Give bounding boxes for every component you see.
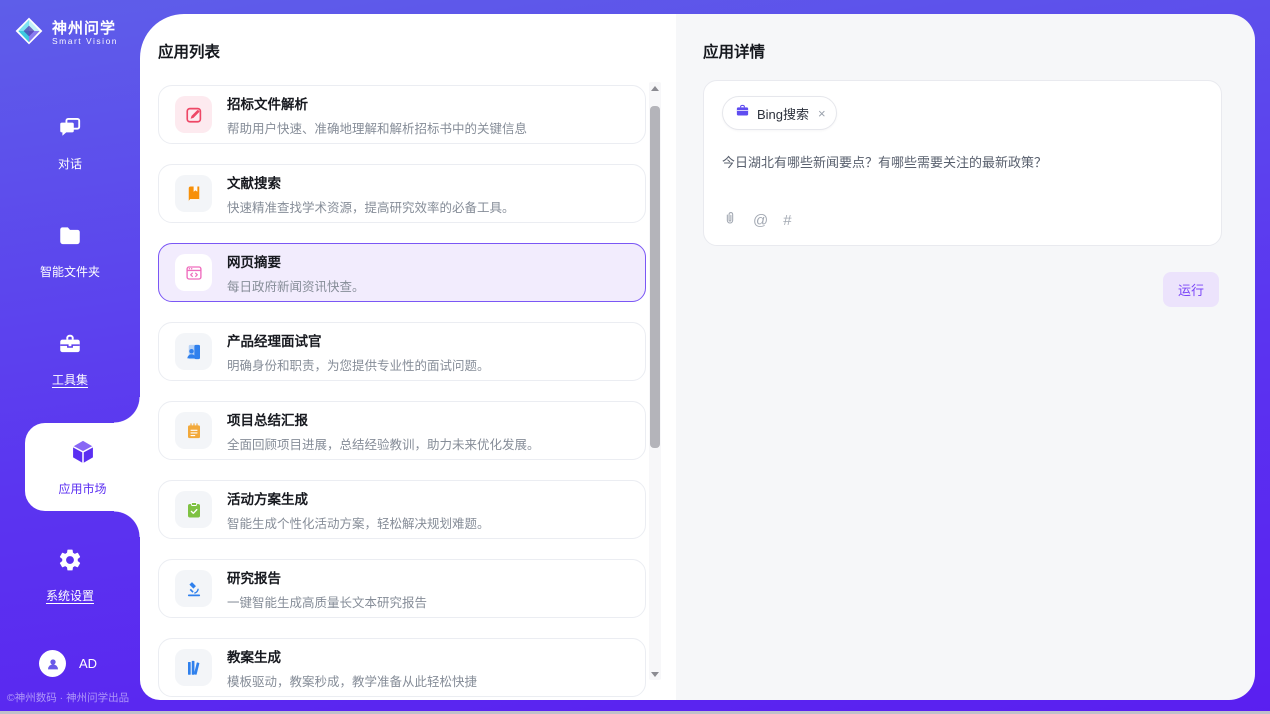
hash-icon[interactable]: #	[783, 212, 791, 229]
folder-icon	[57, 223, 83, 254]
cube-icon	[69, 438, 97, 471]
tool-chip-label: Bing搜索	[757, 104, 809, 123]
sidebar-item-label: 应用市场	[58, 480, 106, 497]
gear-icon	[57, 547, 83, 578]
main-content: 应用列表 招标文件解析 帮助用户快速、准确地理解和解析招标书中的关键信息	[140, 14, 1255, 700]
sidebar-item-label: 系统设置	[46, 587, 94, 604]
notepad-icon	[175, 412, 212, 449]
app-card-title: 招标文件解析	[227, 93, 527, 113]
app-card-research-report[interactable]: 研究报告 一键智能生成高质量长文本研究报告	[158, 559, 646, 618]
prompt-composer[interactable]: Bing搜索 × 今日湖北有哪些新闻要点？有哪些需要关注的最新政策？ @ #	[703, 80, 1222, 246]
brand-name: 神州问学	[52, 21, 118, 37]
app-card-title: 网页摘要	[227, 251, 365, 271]
scroll-down-arrow-icon[interactable]	[649, 668, 661, 680]
book-icon	[175, 175, 212, 212]
toolbox-icon	[57, 331, 83, 362]
app-card-desc: 模板驱动，教案秒成，教学准备从此轻松快捷	[227, 671, 477, 690]
app-card-project-summary[interactable]: 项目总结汇报 全面回顾项目进展，总结经验教训，助力未来优化发展。	[158, 401, 646, 460]
app-card-desc: 每日政府新闻资讯快查。	[227, 276, 365, 295]
sidebar-nav: 对话 智能文件夹 工具集	[0, 99, 140, 619]
run-button[interactable]: 运行	[1163, 272, 1219, 307]
mention-icon[interactable]: @	[753, 212, 768, 229]
app-card-title: 教案生成	[227, 646, 477, 666]
app-detail-panel: 应用详情 Bing搜索 × 今日湖北有哪些新闻要点？有哪些需要关注的最新政策？	[676, 14, 1255, 700]
browser-code-icon	[175, 254, 212, 291]
app-card-desc: 智能生成个性化活动方案，轻松解决规划难题。	[227, 513, 490, 532]
microscope-icon	[175, 570, 212, 607]
app-card-event-plan[interactable]: 活动方案生成 智能生成个性化活动方案，轻松解决规划难题。	[158, 480, 646, 539]
composer-toolbar: @ #	[722, 210, 1203, 231]
app-card-pm-interviewer[interactable]: 产品经理面试官 明确身份和职责，为您提供专业性的面试问题。	[158, 322, 646, 381]
person-doc-icon	[175, 333, 212, 370]
app-list-title: 应用列表	[158, 40, 220, 62]
brand-logo: 神州问学 Smart Vision	[0, 0, 140, 51]
chip-close-icon[interactable]: ×	[818, 106, 826, 121]
sidebar-item-smart-folders[interactable]: 智能文件夹	[0, 207, 140, 295]
app-card-desc: 帮助用户快速、准确地理解和解析招标书中的关键信息	[227, 118, 527, 137]
scroll-up-arrow-icon[interactable]	[649, 82, 661, 94]
user-initials: AD	[79, 656, 97, 671]
sidebar-item-label: 工具集	[52, 371, 88, 388]
sidebar-item-settings[interactable]: 系统设置	[0, 531, 140, 619]
paperclip-icon[interactable]	[722, 210, 738, 231]
sidebar-item-chat[interactable]: 对话	[0, 99, 140, 187]
app-card-lesson-plan[interactable]: 教案生成 模板驱动，教案秒成，教学准备从此轻松快捷	[158, 638, 646, 697]
app-card-list: 招标文件解析 帮助用户快速、准确地理解和解析招标书中的关键信息 文献搜索 快速精…	[158, 85, 646, 700]
diamond-logo-icon	[14, 16, 44, 51]
app-list-panel: 应用列表 招标文件解析 帮助用户快速、准确地理解和解析招标书中的关键信息	[140, 14, 676, 700]
app-card-title: 文献搜索	[227, 172, 515, 192]
app-card-title: 项目总结汇报	[227, 409, 540, 429]
app-list-scrollbar[interactable]	[649, 82, 661, 680]
app-card-web-summary[interactable]: 网页摘要 每日政府新闻资讯快查。	[158, 243, 646, 302]
app-card-literature-search[interactable]: 文献搜索 快速精准查找学术资源，提高研究效率的必备工具。	[158, 164, 646, 223]
copyright-text: ©神州数码 · 神州问学出品	[7, 690, 137, 705]
app-card-title: 活动方案生成	[227, 488, 490, 508]
sidebar-item-label: 智能文件夹	[40, 263, 100, 280]
app-card-desc: 一键智能生成高质量长文本研究报告	[227, 592, 427, 611]
pen-square-icon	[175, 96, 212, 133]
books-icon	[175, 649, 212, 686]
sidebar-item-toolset[interactable]: 工具集	[0, 315, 140, 403]
sidebar-item-label: 对话	[58, 155, 82, 172]
sidebar-item-app-market[interactable]: 应用市场	[25, 423, 140, 511]
chat-icon	[57, 115, 83, 146]
user-account[interactable]: AD	[39, 650, 97, 677]
sidebar: 神州问学 Smart Vision 对话 智能文件夹	[0, 0, 140, 714]
app-card-desc: 全面回顾项目进展，总结经验教训，助力未来优化发展。	[227, 434, 540, 453]
query-text[interactable]: 今日湖北有哪些新闻要点？有哪些需要关注的最新政策？	[722, 152, 1203, 210]
app-card-bid-document-parsing[interactable]: 招标文件解析 帮助用户快速、准确地理解和解析招标书中的关键信息	[158, 85, 646, 144]
app-card-title: 研究报告	[227, 567, 427, 587]
scrollbar-thumb[interactable]	[650, 106, 660, 448]
app-detail-title: 应用详情	[703, 40, 765, 62]
avatar	[39, 650, 66, 677]
brand-subtitle: Smart Vision	[52, 37, 118, 46]
app-card-title: 产品经理面试官	[227, 330, 490, 350]
clipboard-check-icon	[175, 491, 212, 528]
tool-chip-bing-search[interactable]: Bing搜索 ×	[722, 96, 837, 130]
app-card-desc: 明确身份和职责，为您提供专业性的面试问题。	[227, 355, 490, 374]
app-card-desc: 快速精准查找学术资源，提高研究效率的必备工具。	[227, 197, 515, 216]
briefcase-icon	[735, 103, 750, 123]
